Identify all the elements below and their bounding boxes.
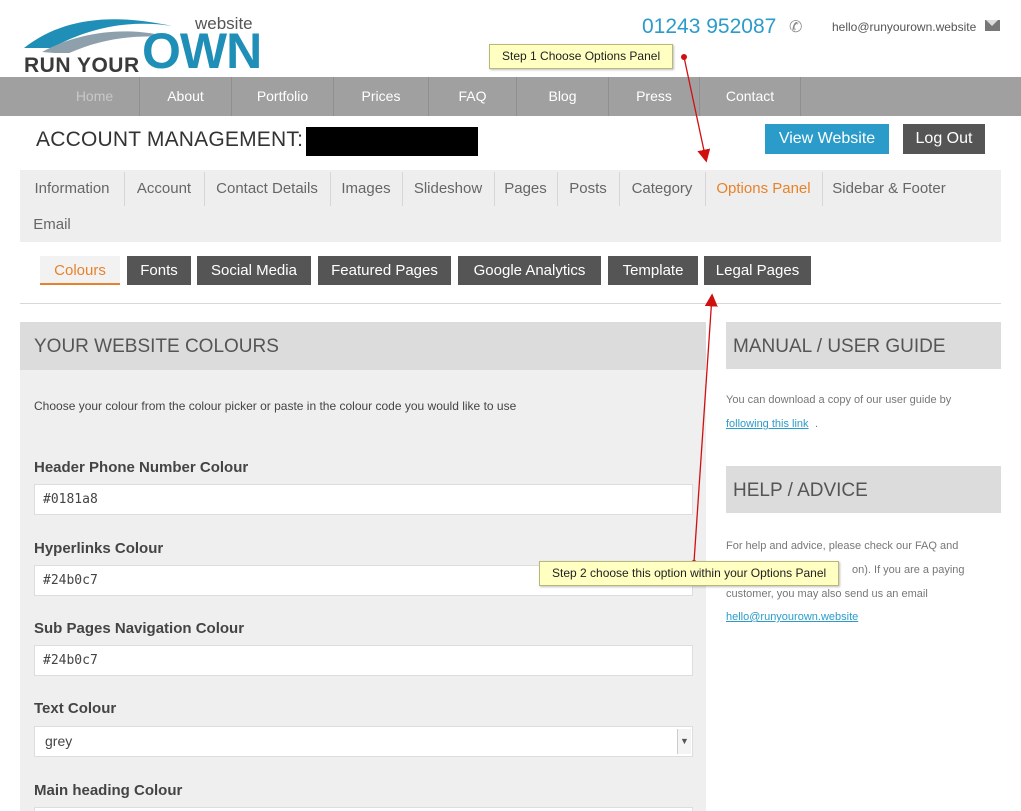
step2-arrow (693, 293, 718, 563)
annotation-arrows (681, 54, 718, 566)
step1-callout: Step 1 Choose Options Panel (489, 44, 674, 69)
step2-callout: Step 2 choose this option within your Op… (539, 561, 840, 586)
step1-arrow-dot (681, 54, 687, 60)
step1-arrow (683, 56, 711, 163)
